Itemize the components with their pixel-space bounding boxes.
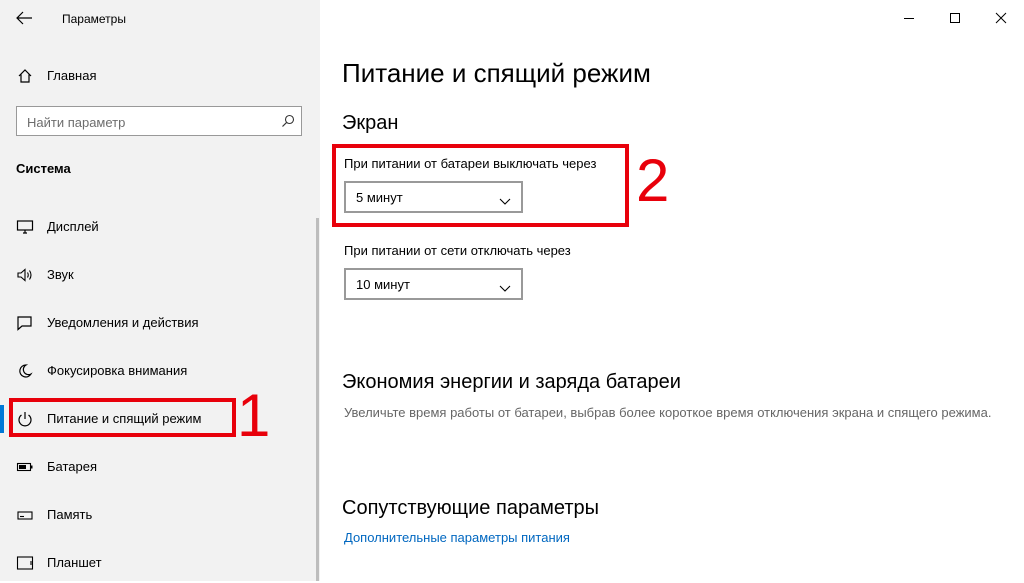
main-content: Питание и спящий режим Экран При питании… <box>320 0 1024 581</box>
section-heading-screen: Экран <box>342 112 399 134</box>
home-nav-item[interactable]: Главная <box>0 60 320 90</box>
sidebar-item-label: Фокусировка внимания <box>47 363 188 378</box>
ac-off-value: 10 минут <box>356 277 410 292</box>
sidebar-item-sound[interactable]: Звук <box>0 255 316 295</box>
selected-indicator <box>0 405 4 433</box>
sidebar: Параметры Главная Система Дисплей Звук У… <box>0 0 320 581</box>
speaker-icon <box>16 267 34 283</box>
monitor-icon <box>16 219 34 235</box>
sidebar-item-tablet[interactable]: Планшет <box>0 543 316 583</box>
sidebar-item-label: Дисплей <box>47 219 99 234</box>
close-icon <box>995 12 1007 24</box>
sidebar-item-storage[interactable]: Память <box>0 495 316 535</box>
title-bar: Параметры <box>0 0 320 36</box>
battery-off-value: 5 минут <box>356 190 403 205</box>
minimize-icon <box>904 18 914 19</box>
tablet-icon <box>16 555 34 571</box>
annotation-number-2: 2 <box>636 147 670 214</box>
notification-icon <box>16 315 34 331</box>
home-label: Главная <box>47 68 97 83</box>
chevron-down-icon <box>499 193 511 205</box>
maximize-icon <box>950 13 960 23</box>
home-icon <box>17 68 33 84</box>
sidebar-item-label: Память <box>47 507 93 522</box>
maximize-button[interactable] <box>932 0 978 36</box>
sidebar-item-display[interactable]: Дисплей <box>0 207 316 247</box>
sidebar-item-label: Питание и спящий режим <box>47 411 202 426</box>
sidebar-item-notifications[interactable]: Уведомления и действия <box>0 303 316 343</box>
additional-power-settings-link[interactable]: Дополнительные параметры питания <box>344 530 570 545</box>
minimize-button[interactable] <box>886 0 932 36</box>
app-title: Параметры <box>62 12 126 26</box>
chevron-down-icon <box>499 280 511 292</box>
sidebar-scrollbar[interactable] <box>316 218 319 581</box>
section-label-system: Система <box>16 161 71 176</box>
search-box[interactable] <box>16 106 302 137</box>
search-icon[interactable] <box>281 114 295 128</box>
section-heading-energy-saving: Экономия энергии и заряда батареи <box>342 371 681 393</box>
back-arrow-icon[interactable] <box>14 9 34 27</box>
storage-icon <box>16 507 34 523</box>
sidebar-item-label: Батарея <box>47 459 98 474</box>
page-title: Питание и спящий режим <box>342 58 651 88</box>
close-button[interactable] <box>978 0 1024 36</box>
sidebar-item-label: Планшет <box>47 555 102 570</box>
sidebar-item-label: Уведомления и действия <box>47 315 199 330</box>
annotation-number-1: 1 <box>237 382 271 449</box>
power-icon <box>16 411 34 427</box>
search-input[interactable] <box>17 107 279 137</box>
battery-off-dropdown[interactable]: 5 минут <box>344 181 523 213</box>
sidebar-item-battery[interactable]: Батарея <box>0 447 316 487</box>
energy-saving-description: Увеличьте время работы от батареи, выбра… <box>344 405 992 420</box>
moon-icon <box>16 363 34 379</box>
ac-off-dropdown[interactable]: 10 минут <box>344 268 523 300</box>
battery-off-label: При питании от батареи выключать через <box>344 156 597 171</box>
ac-off-label: При питании от сети отключать через <box>344 243 571 258</box>
section-heading-related: Сопутствующие параметры <box>342 497 600 519</box>
battery-icon <box>16 459 34 475</box>
sidebar-item-label: Звук <box>47 267 74 282</box>
